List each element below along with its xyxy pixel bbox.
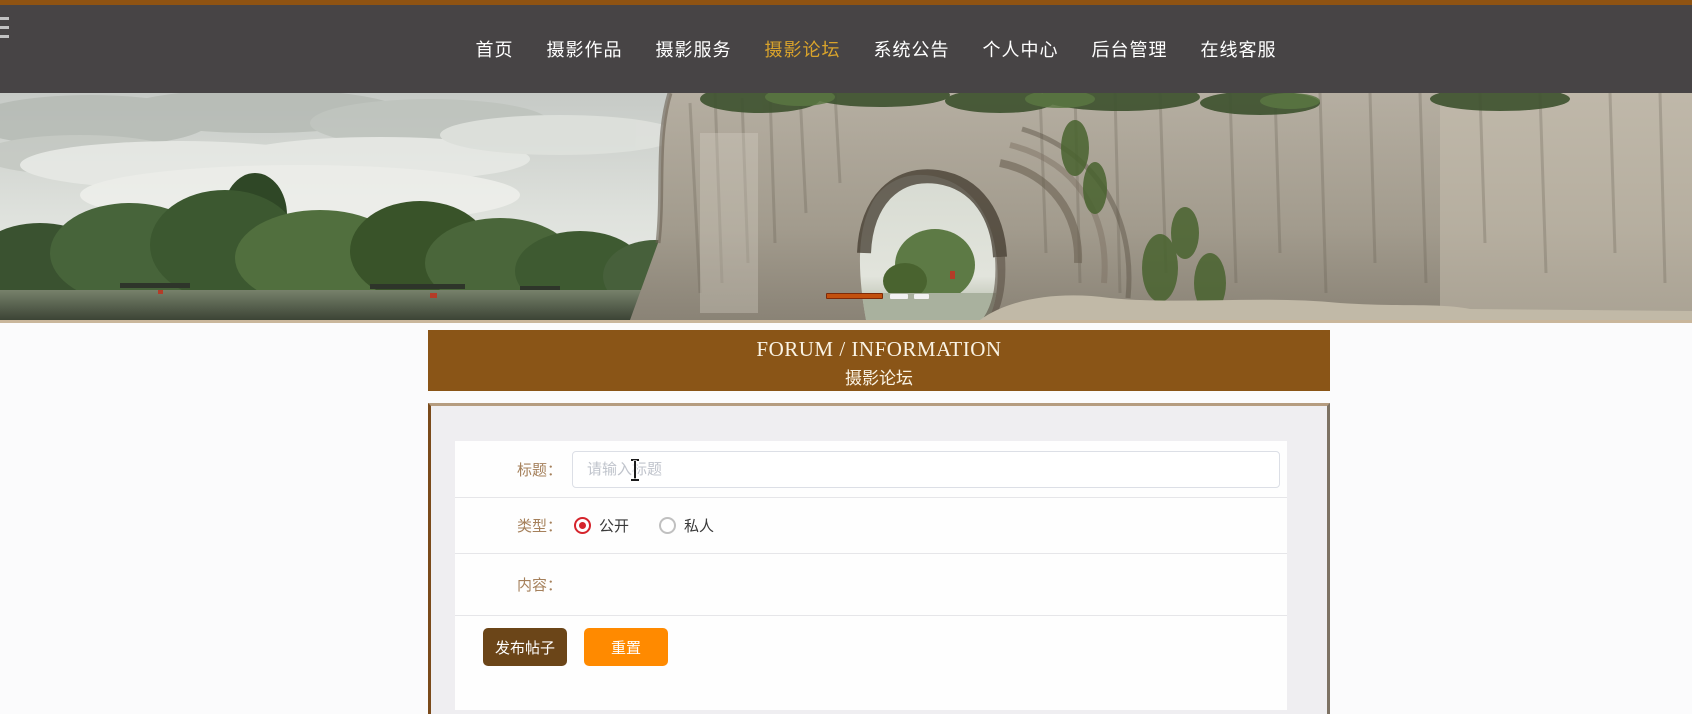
nav-item-support[interactable]: 在线客服 (1201, 36, 1277, 62)
carousel-indicator-active[interactable] (826, 293, 883, 299)
title-input[interactable] (572, 450, 1280, 488)
screen-edge-artifact (0, 11, 10, 57)
nav-item-forum[interactable]: 摄影论坛 (765, 36, 841, 62)
content-label: 内容： (516, 577, 562, 594)
content-editor-area[interactable] (562, 554, 1287, 615)
radio-unselected-icon[interactable] (659, 517, 677, 534)
carousel-indicators (0, 293, 1692, 301)
hero-bottom-divider (0, 320, 1692, 323)
radio-option-private[interactable]: 私人 (659, 515, 714, 536)
radio-option-public[interactable]: 公开 (574, 515, 629, 536)
nav-menu: 首页 摄影作品 摄影服务 摄影论坛 系统公告 个人中心 后台管理 在线客服 (30, 5, 1692, 93)
text-cursor-icon (630, 459, 640, 481)
main-navbar: 首页 摄影作品 摄影服务 摄影论坛 系统公告 个人中心 后台管理 在线客服 (0, 5, 1692, 93)
reset-button[interactable]: 重置 (584, 628, 669, 666)
form-row-content: 内容： (455, 554, 1287, 616)
nav-item-admin[interactable]: 后台管理 (1092, 36, 1168, 62)
form-row-title: 标题： (455, 441, 1287, 498)
hero-carousel (0, 93, 1692, 320)
radio-selected-icon[interactable] (574, 517, 591, 534)
forum-post-panel: 标题： 类型： 公开 私人 内容： (428, 403, 1330, 714)
carousel-indicator-2[interactable] (890, 294, 908, 299)
nav-item-announcements[interactable]: 系统公告 (874, 36, 950, 62)
hero-carousel-image (0, 93, 1692, 320)
carousel-indicator-3[interactable] (914, 294, 929, 299)
nav-item-home[interactable]: 首页 (476, 36, 514, 62)
post-form: 标题： 类型： 公开 私人 内容： (455, 441, 1287, 710)
title-label: 标题： (516, 461, 562, 479)
browser-viewport: 首页 摄影作品 摄影服务 摄影论坛 系统公告 个人中心 后台管理 在线客服 FO… (0, 0, 1692, 714)
nav-item-services[interactable]: 摄影服务 (656, 36, 732, 62)
nav-item-profile[interactable]: 个人中心 (983, 36, 1059, 62)
form-actions: 发布帖子 重置 (455, 616, 1287, 666)
type-radio-group: 公开 私人 (574, 515, 714, 536)
publish-post-button[interactable]: 发布帖子 (483, 628, 568, 666)
form-row-type: 类型： 公开 私人 (455, 498, 1287, 554)
nav-item-works[interactable]: 摄影作品 (547, 36, 623, 62)
banner-title-en: FORUM / INFORMATION (756, 337, 1002, 361)
page-title-banner: FORUM / INFORMATION 摄影论坛 (428, 330, 1330, 391)
type-label: 类型： (516, 518, 562, 535)
banner-title-cn: 摄影论坛 (845, 369, 913, 388)
